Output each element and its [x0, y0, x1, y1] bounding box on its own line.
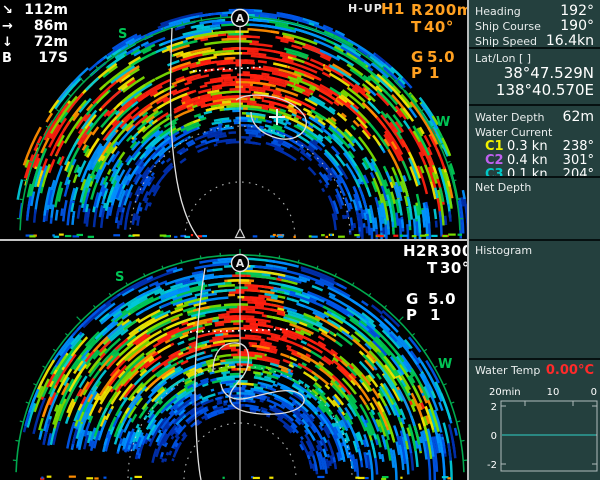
- ship-course-label: Ship Course: [475, 20, 541, 33]
- h1-p-key: P: [411, 64, 423, 82]
- bearing-marker-a: A: [230, 253, 250, 273]
- h1-gain-value: 5.0: [427, 48, 456, 66]
- h1-p-value: 1: [429, 64, 440, 82]
- longitude-value: 138°40.570E: [495, 81, 594, 99]
- compass-label-s: S: [118, 27, 127, 42]
- h1-range-value: 200m: [424, 1, 473, 19]
- sonar-screen: A S W A S W ↘ 112m → 86m ↓ 72m B 17S H-U…: [0, 0, 600, 480]
- h2-p-key: P: [406, 306, 418, 324]
- h1-range-key: R: [411, 1, 424, 19]
- current-row-c2: C2 0.4 kn 301°: [475, 153, 594, 168]
- h2-gain-value: 5.0: [428, 290, 457, 308]
- net-depth-section: Net Depth: [469, 178, 600, 241]
- h2-gain-key: G: [406, 290, 419, 308]
- compass-label-s: S: [115, 270, 124, 285]
- nav-section: Heading 192° Ship Course 190° Ship Speed…: [469, 0, 600, 49]
- latitude-value: 38°47.529N: [503, 64, 594, 82]
- h1-gain-key: G: [411, 48, 424, 66]
- h2-range-key: R: [427, 242, 440, 260]
- depth-value: 72m: [33, 34, 68, 50]
- c3-id: C3: [485, 167, 504, 178]
- c3-speed: 0.1 kn: [507, 167, 548, 178]
- compass-label-w: W: [436, 115, 450, 130]
- sonar-display-h1[interactable]: A S W: [0, 0, 467, 240]
- h1-tilt-value: 40°: [424, 18, 454, 36]
- range-depth-indicators: ↘ 112m → 86m ↓ 72m B 17S: [2, 2, 68, 66]
- net-depth-label: Net Depth: [475, 181, 532, 194]
- slant-arrow-icon: ↘: [2, 2, 13, 18]
- current-row-c3: C3 0.1 kn 204°: [475, 167, 594, 178]
- svg-text:A: A: [236, 12, 245, 25]
- slant-range-row: ↘ 112m: [2, 2, 68, 18]
- graph-frame: [500, 400, 598, 472]
- b-scale-row: B 17S: [2, 50, 68, 66]
- c1-speed: 0.3 kn: [507, 139, 548, 154]
- h2-tilt-value: 30°: [440, 259, 470, 277]
- half-screen-divider: [0, 239, 467, 241]
- svg-text:A: A: [236, 257, 245, 270]
- ship-speed-row: Ship Speed 16.4kn: [475, 33, 594, 49]
- ship-speed-label: Ship Speed: [475, 35, 537, 48]
- water-temp-section: Water Temp 0.00°C 20min 10 0 2 0 -2: [469, 360, 600, 480]
- histogram-section: Histogram: [469, 241, 600, 360]
- c2-direction: 301°: [562, 153, 594, 168]
- depth-row: ↓ 72m: [2, 34, 68, 50]
- h2-tilt-key: T: [427, 259, 438, 277]
- c3-direction: 204°: [562, 167, 594, 178]
- ship-course-row: Ship Course 190°: [475, 18, 594, 34]
- histogram-label: Histogram: [475, 244, 533, 257]
- y-tick-2: 2: [491, 402, 497, 413]
- b-scale-value: 17S: [38, 50, 68, 66]
- water-temp-value: 0.00°C: [545, 363, 594, 378]
- sonar-display-h2[interactable]: A S W: [0, 240, 467, 480]
- water-temp-row: Water Temp 0.00°C: [475, 363, 594, 378]
- ship-course-value: 190°: [560, 18, 594, 34]
- water-section: Water Depth 62m Water Current C1 0.3 kn …: [469, 106, 600, 178]
- heading-up-mode-label: H-UP: [348, 2, 383, 15]
- water-current-label: Water Current: [475, 126, 553, 139]
- bearing-marker-a: A: [230, 8, 250, 28]
- c2-id: C2: [485, 153, 504, 168]
- own-ship-marker: [234, 227, 246, 239]
- water-temp-label: Water Temp: [475, 364, 541, 377]
- right-arrow-icon: →: [2, 18, 13, 34]
- c2-speed: 0.4 kn: [507, 153, 548, 168]
- h1-tilt-key: T: [411, 18, 422, 36]
- water-depth-label: Water Depth: [475, 111, 545, 124]
- heading-row: Heading 192°: [475, 3, 594, 19]
- b-label: B: [2, 50, 12, 66]
- ship-speed-value: 16.4kn: [545, 33, 594, 49]
- down-arrow-icon: ↓: [2, 34, 13, 50]
- c1-direction: 238°: [562, 139, 594, 154]
- compass-label-w: W: [438, 357, 452, 372]
- x-tick-20min: 20min: [489, 387, 521, 398]
- x-tick-0: 0: [591, 387, 597, 398]
- y-tick-neg2: -2: [487, 460, 497, 471]
- x-tick-10: 10: [547, 387, 560, 398]
- water-depth-value: 62m: [562, 109, 594, 125]
- echo-layer-h1: [16, 8, 467, 240]
- heading-label: Heading: [475, 5, 521, 18]
- c1-id: C1: [485, 139, 504, 154]
- heading-value: 192°: [560, 3, 594, 19]
- water-temp-graph: 20min 10 0 2 0 -2: [487, 387, 598, 472]
- water-depth-row: Water Depth 62m: [475, 109, 594, 125]
- horizontal-range-row: → 86m: [2, 18, 68, 34]
- h1-label: H1: [381, 0, 405, 18]
- current-row-c1: C1 0.3 kn 238°: [475, 139, 594, 154]
- data-panel: Heading 192° Ship Course 190° Ship Speed…: [467, 0, 600, 480]
- horizontal-range-value: 86m: [33, 18, 68, 34]
- y-tick-0: 0: [491, 431, 497, 442]
- latlon-section: Lat/Lon [ ] 38°47.529N 138°40.570E: [469, 49, 600, 106]
- slant-range-value: 112m: [24, 2, 68, 18]
- h2-p-value: 1: [430, 306, 441, 324]
- h2-label: H2: [403, 242, 427, 260]
